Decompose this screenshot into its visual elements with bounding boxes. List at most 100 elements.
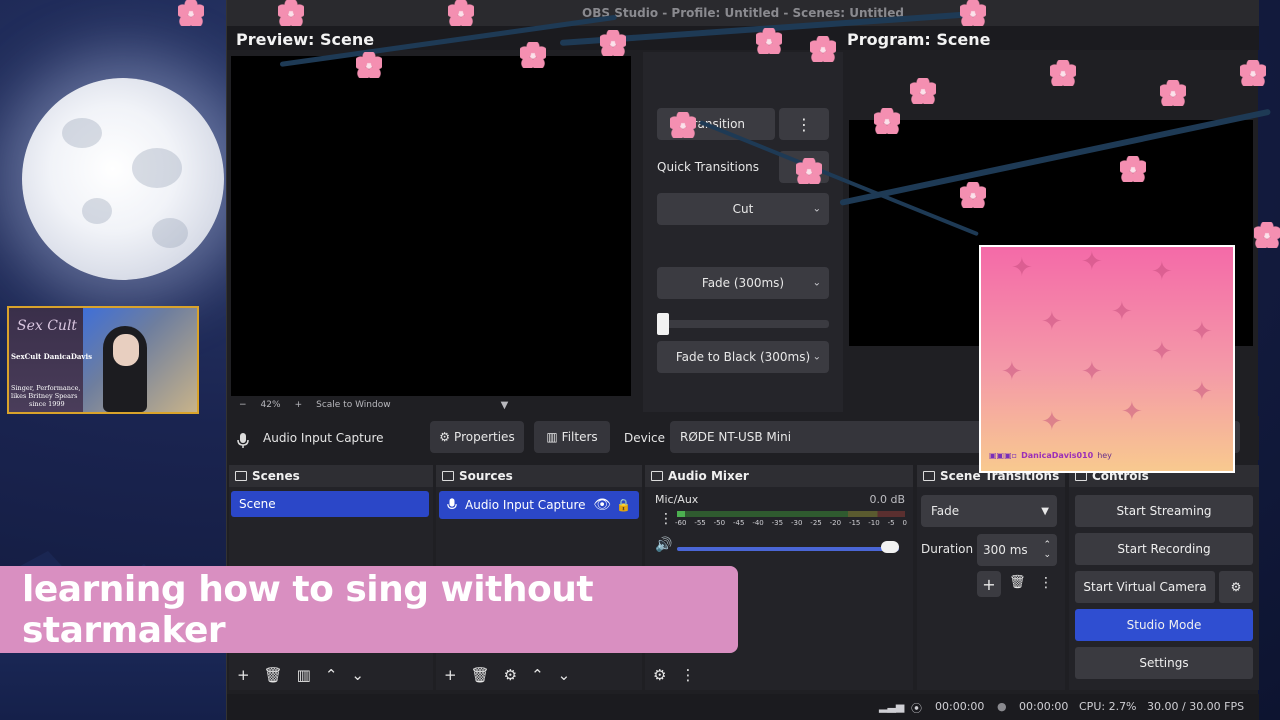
star-decoration: ✦ <box>1081 357 1103 387</box>
transition-more-icon[interactable]: ⋮ <box>1039 575 1053 591</box>
chat-username: DanicaDavis010 <box>1021 451 1094 460</box>
quick-transitions-label: Quick Transitions <box>657 160 760 174</box>
blossom-flower <box>960 0 986 26</box>
transition-menu-button[interactable]: ⋮ <box>779 108 829 140</box>
add-source-button[interactable]: + <box>444 666 457 684</box>
blossom-flower <box>1254 222 1280 248</box>
duration-input[interactable]: 300 ms ⌃ ⌄ <box>977 534 1057 566</box>
record-status-icon: ● <box>997 700 1007 713</box>
cut-transition-select[interactable]: Cut ⌄ <box>657 193 829 225</box>
cpu-usage: CPU: 2.7% <box>1079 700 1137 713</box>
trash-icon[interactable]: 🗑 <box>1009 575 1026 590</box>
webcam-bio-line3: since 1999 <box>29 400 65 408</box>
volume-slider-handle[interactable] <box>881 541 899 553</box>
stream-status-icon: ⦿ <box>911 702 922 715</box>
move-up-icon[interactable]: ⌃ <box>531 666 544 684</box>
blossom-flower <box>960 182 986 208</box>
scene-list-item[interactable]: Scene <box>231 491 429 517</box>
move-down-icon[interactable]: ⌄ <box>351 666 364 684</box>
blossom-flower <box>670 112 696 138</box>
star-decoration: ✦ <box>1191 317 1213 347</box>
blossom-flower <box>810 36 836 62</box>
chat-message: ▣▣▣▫ DanicaDavis010 hey <box>989 451 1112 460</box>
blossom-flower <box>756 28 782 54</box>
t-bar-track[interactable] <box>657 320 829 328</box>
start-streaming-button[interactable]: Start Streaming <box>1075 495 1253 527</box>
start-recording-button[interactable]: Start Recording <box>1075 533 1253 565</box>
video-caption: learning how to sing without starmaker <box>0 566 738 653</box>
zoom-in-button[interactable]: + <box>295 400 303 410</box>
duration-label: Duration <box>921 542 974 556</box>
stream-time: 00:00:00 <box>935 700 985 713</box>
add-transition-button[interactable]: + <box>977 571 1001 597</box>
trash-icon[interactable]: 🗑 <box>264 666 283 684</box>
controls-dock: Controls Start Streaming Start Recording… <box>1069 465 1259 690</box>
chevron-down-icon: ⌄ <box>812 277 821 289</box>
star-decoration: ✦ <box>1191 377 1213 407</box>
fade-transition-select[interactable]: Fade (300ms) ⌄ <box>657 267 829 299</box>
scene-filters-icon[interactable]: ▥ <box>297 666 311 684</box>
star-decoration: ✦ <box>1001 357 1023 387</box>
source-list-item[interactable]: Audio Input Capture 👁 🔒 <box>439 491 639 519</box>
advanced-audio-icon[interactable]: ⚙ <box>653 666 666 684</box>
virtual-camera-settings-button[interactable]: ⚙ <box>1219 571 1253 603</box>
transition-type-select[interactable]: Fade ▼ <box>921 495 1057 527</box>
blossom-flower <box>1120 156 1146 182</box>
blossom-flower <box>874 108 900 134</box>
webcam-logo: Sex Cult <box>17 318 78 334</box>
fps-readout: 30.00 / 30.00 FPS <box>1147 700 1245 713</box>
star-decoration: ✦ <box>1121 397 1143 427</box>
webcam-name: SexCult DanicaDavis <box>11 352 93 361</box>
blossom-flower <box>600 30 626 56</box>
blossom-flower <box>520 42 546 68</box>
star-decoration: ✦ <box>1041 407 1063 437</box>
window-title: OBS Studio - Profile: Untitled - Scenes:… <box>227 0 1259 26</box>
webcam-bio-line2: likes Britney Spears <box>11 392 78 400</box>
program-label: Program: Scene <box>847 30 991 49</box>
scenes-footer: + 🗑 ▥ ⌃ ⌄ <box>229 660 433 690</box>
lock-icon[interactable]: 🔒 <box>616 498 631 512</box>
mixer-footer: ⚙ ⋮ <box>645 660 913 690</box>
trash-icon[interactable]: 🗑 <box>471 666 490 684</box>
move-up-icon[interactable]: ⌃ <box>325 666 338 684</box>
record-time: 00:00:00 <box>1019 700 1069 713</box>
mixer-menu-icon[interactable]: ⋮ <box>659 511 673 527</box>
chat-text: hey <box>1097 451 1112 460</box>
filters-button[interactable]: ▥ Filters <box>534 421 610 453</box>
t-bar-handle[interactable] <box>657 313 669 335</box>
gear-icon[interactable]: ⚙ <box>504 666 517 684</box>
mixer-scale: -60 -55 -50 -45 -40 -35 -30 -25 -20 -15 -10 -5 0 <box>675 519 907 527</box>
zoom-out-button[interactable]: − <box>239 400 247 410</box>
scale-dropdown-icon[interactable]: ▼ <box>501 400 509 411</box>
studio-mode-button[interactable]: Studio Mode <box>1075 609 1253 641</box>
signal-icon: ▂▃▅ <box>879 700 905 713</box>
star-decoration: ✦ <box>1011 253 1033 283</box>
speaker-icon[interactable]: 🔊 <box>655 537 672 553</box>
dock-window-icon <box>651 471 663 481</box>
dock-window-icon <box>923 471 935 481</box>
scenes-header: Scenes <box>229 465 433 487</box>
mixer-more-icon[interactable]: ⋮ <box>680 666 695 684</box>
selected-source-name: Audio Input Capture <box>263 431 384 445</box>
microphone-icon <box>447 498 457 513</box>
visibility-eye-icon[interactable]: 👁 <box>593 497 611 513</box>
mixer-level: 0.0 dB <box>869 493 905 506</box>
filters-icon: ▥ <box>546 430 558 444</box>
dock-window-icon <box>442 471 454 481</box>
settings-button[interactable]: Settings <box>1075 647 1253 679</box>
start-virtual-camera-button[interactable]: Start Virtual Camera <box>1075 571 1215 603</box>
volume-slider-track[interactable] <box>677 547 899 551</box>
fade-to-black-select[interactable]: Fade to Black (300ms) ⌄ <box>657 341 829 373</box>
properties-button[interactable]: ⚙ Properties <box>430 421 524 453</box>
preview-canvas[interactable] <box>231 56 631 396</box>
scene-transitions-dock: Scene Transitions Fade ▼ Duration 300 ms… <box>917 465 1065 690</box>
blossom-flower <box>1050 60 1076 86</box>
webcam-feed <box>83 308 197 412</box>
preview-zoom-bar: − 42% + Scale to Window ▼ <box>231 396 631 414</box>
move-down-icon[interactable]: ⌄ <box>558 666 571 684</box>
scale-mode[interactable]: Scale to Window <box>316 400 390 410</box>
add-scene-button[interactable]: + <box>237 666 250 684</box>
duration-stepper-icon[interactable]: ⌃ ⌄ <box>1043 540 1051 560</box>
blossom-flower <box>910 78 936 104</box>
streamer-face <box>113 334 139 366</box>
